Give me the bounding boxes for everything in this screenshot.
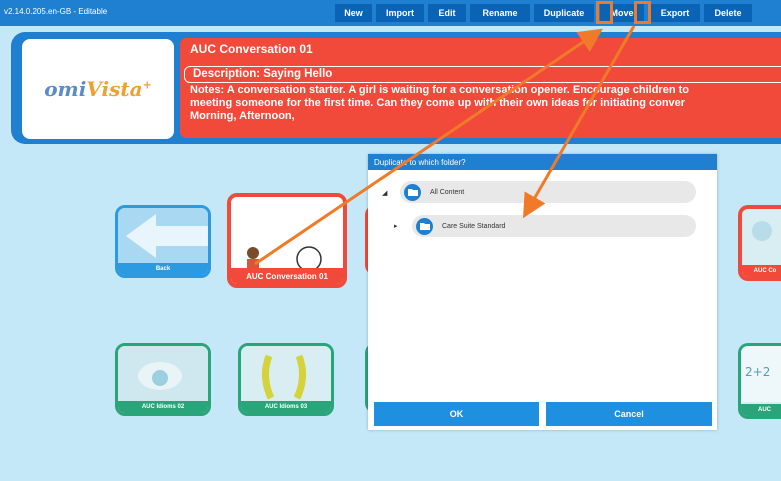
tile-label: AUC Co	[742, 265, 781, 277]
collapse-caret-icon[interactable]: ◢	[382, 189, 387, 197]
cancel-button[interactable]: Cancel	[546, 402, 712, 426]
tile-auc-idioms-02[interactable]: AUC Idioms 02	[115, 343, 211, 416]
description-text: Description: Saying Hello	[193, 68, 333, 80]
tile-auc-conversation-01[interactable]: AUC Conversation 01	[227, 193, 347, 288]
folder-icon	[404, 183, 421, 201]
new-button[interactable]: New	[335, 4, 372, 22]
rename-button[interactable]: Rename	[470, 4, 530, 22]
tile-label: AUC Idioms 03	[241, 401, 331, 413]
back-arrow-icon	[118, 208, 208, 263]
tile-thumbnail-icon	[742, 209, 781, 265]
ok-button[interactable]: OK	[374, 402, 539, 426]
folder-row-all-content[interactable]: All Content	[400, 181, 696, 203]
folder-label: All Content	[430, 188, 465, 196]
delete-button[interactable]: Delete	[704, 4, 752, 22]
tile-label: AUC	[741, 404, 781, 416]
tile-label: Back	[118, 263, 208, 275]
top-toolbar: v2.14.0.205.en-GB - Editable New Import …	[0, 0, 781, 26]
idioms-thumbnail-icon	[118, 346, 208, 401]
notes-text: Notes: A conversation starter. A girl is…	[190, 84, 689, 122]
tile-label: AUC Conversation 01	[231, 268, 343, 284]
move-highlight-left	[596, 1, 613, 24]
move-highlight-right	[634, 1, 651, 24]
expand-caret-icon[interactable]: ▸	[394, 222, 398, 230]
tile-auc-partial[interactable]: 2+2 AUC	[738, 343, 781, 419]
import-button[interactable]: Import	[376, 4, 424, 22]
folder-label: Care Suite Standard	[442, 222, 506, 230]
duplicate-folder-dialog: Duplicate to which folder? ◢ All Content…	[368, 154, 717, 430]
version-label: v2.14.0.205.en-GB - Editable	[4, 7, 108, 16]
export-button[interactable]: Export	[650, 4, 700, 22]
conversation-thumbnail-icon	[231, 197, 343, 269]
content-title: AUC Conversation 01	[190, 42, 313, 56]
edit-button[interactable]: Edit	[428, 4, 466, 22]
math-thumbnail-icon: 2+2	[741, 346, 781, 402]
description-field: Description: Saying Hello	[184, 66, 781, 83]
tile-label: AUC Idioms 02	[118, 401, 208, 413]
tile-auc-idioms-03[interactable]: AUC Idioms 03	[238, 343, 334, 416]
tile-auc-co-partial[interactable]: AUC Co	[738, 205, 781, 281]
folder-icon	[416, 217, 433, 235]
dialog-title: Duplicate to which folder?	[368, 154, 717, 170]
bananas-thumbnail-icon	[241, 346, 331, 401]
duplicate-button[interactable]: Duplicate	[534, 4, 594, 22]
svg-text:2+2: 2+2	[745, 365, 770, 379]
folder-row-care-suite-standard[interactable]: Care Suite Standard	[412, 215, 696, 237]
omivista-logo: omiVista+	[44, 77, 152, 101]
logo: omiVista+	[22, 39, 174, 139]
content-info-panel: AUC Conversation 01 Description: Saying …	[180, 38, 781, 138]
tile-back[interactable]: Back	[115, 205, 211, 278]
